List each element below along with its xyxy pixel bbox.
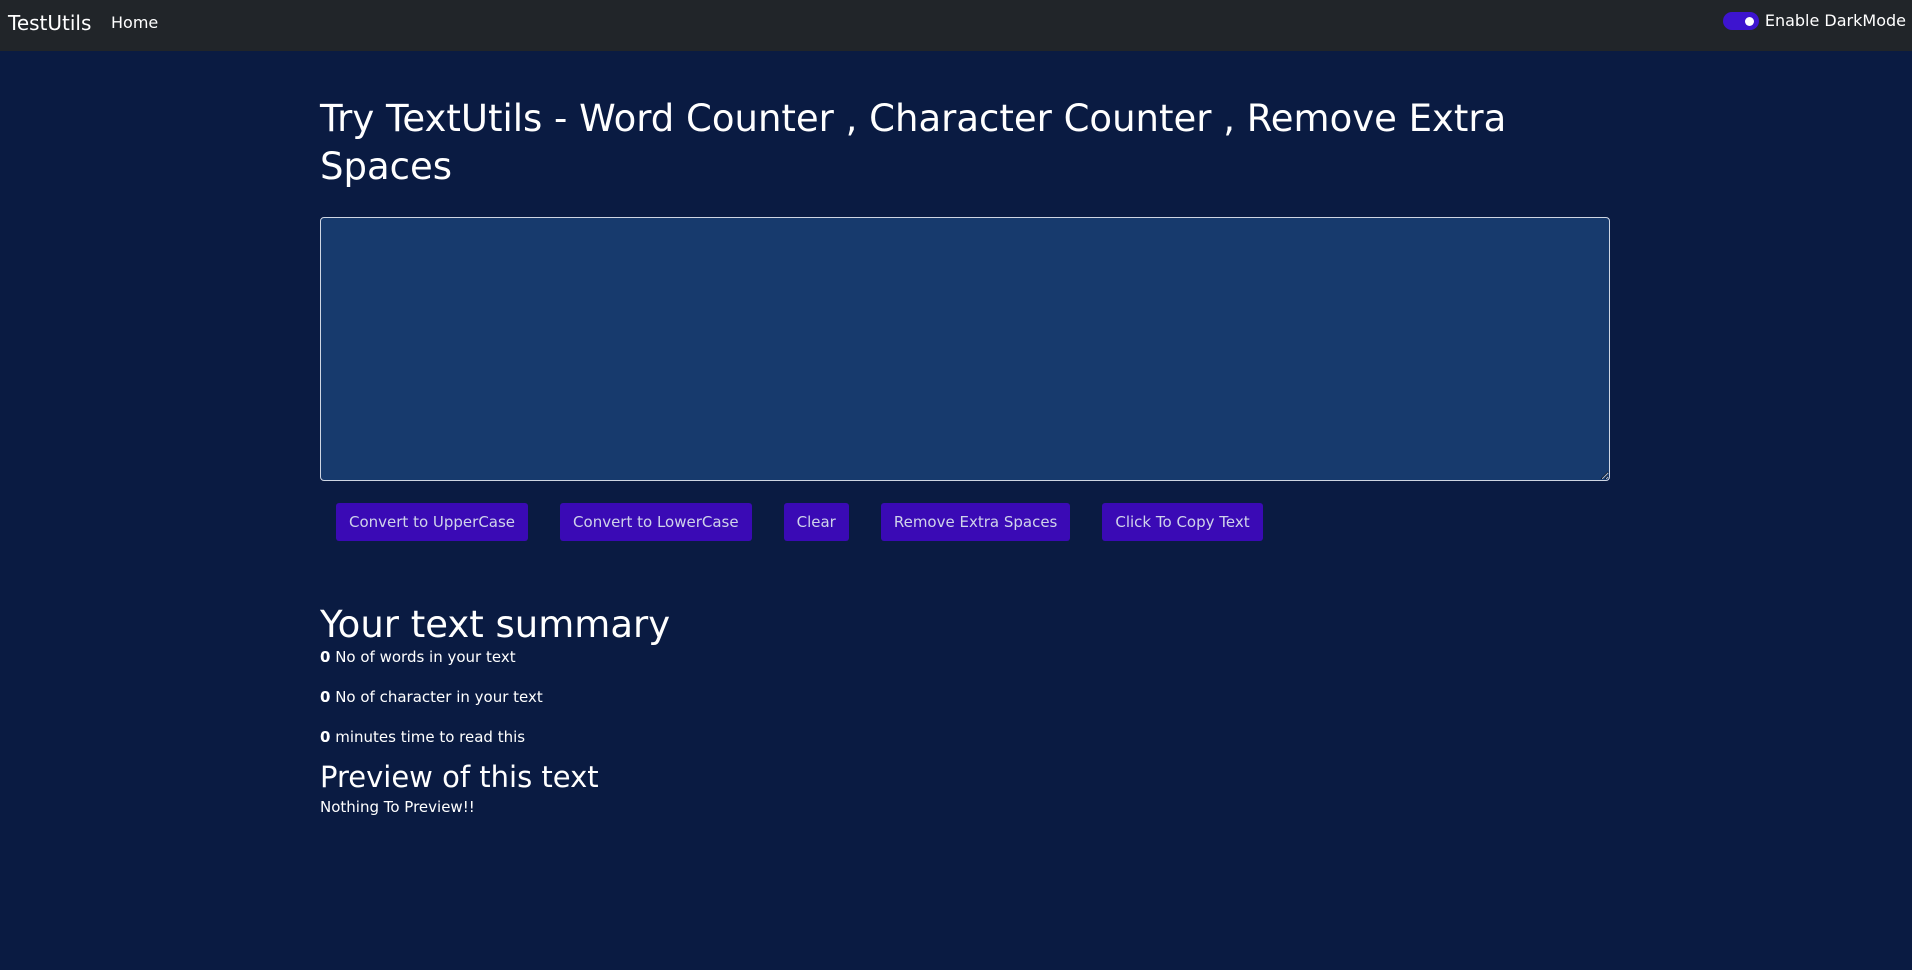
chars-count: 0 (320, 688, 331, 706)
darkmode-label[interactable]: Enable DarkMode (1765, 11, 1906, 31)
words-label: No of words in your text (330, 648, 516, 666)
minutes-stat: 0 minutes time to read this (320, 727, 670, 759)
brand-link[interactable]: TestUtils (8, 11, 91, 35)
main-container: Try TextUtils - Word Counter , Character… (320, 95, 1610, 816)
words-stat: 0 No of words in your text (320, 647, 670, 687)
summary-section: Your text summary 0 No of words in your … (320, 603, 670, 817)
remove-spaces-button[interactable]: Remove Extra Spaces (880, 503, 1071, 541)
lowercase-button[interactable]: Convert to LowerCase (560, 503, 752, 541)
preview-title: Preview of this text (320, 760, 599, 794)
chars-label: No of character in your text (330, 688, 543, 706)
preview-text: Nothing To Preview!! (320, 798, 475, 816)
chars-stat: 0 No of character in your text (320, 687, 670, 727)
navbar: TestUtils Home Enable DarkMode (0, 0, 1912, 51)
summary-title: Your text summary (320, 603, 671, 646)
text-input-area[interactable] (320, 217, 1610, 481)
minutes-count: 0 (320, 728, 331, 746)
clear-button[interactable]: Clear (783, 503, 849, 541)
uppercase-button[interactable]: Convert to UpperCase (336, 503, 529, 541)
minutes-label: minutes time to read this (330, 728, 526, 746)
darkmode-switch[interactable] (1722, 12, 1759, 30)
action-buttons: Convert to UpperCase Convert to LowerCas… (336, 503, 1263, 541)
switch-knob (1744, 17, 1754, 26)
nav-home-link[interactable]: Home (111, 13, 158, 33)
page-title: Try TextUtils - Word Counter , Character… (320, 97, 1507, 188)
words-count: 0 (320, 648, 331, 666)
copy-text-button[interactable]: Click To Copy Text (1102, 503, 1263, 541)
darkmode-toggle-group: Enable DarkMode (1722, 11, 1906, 31)
